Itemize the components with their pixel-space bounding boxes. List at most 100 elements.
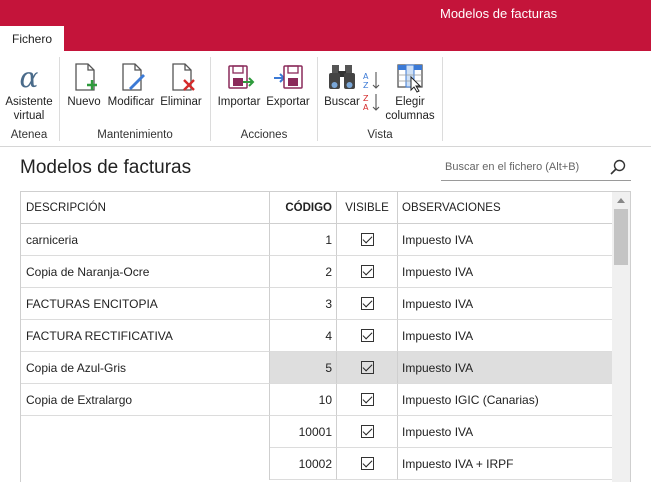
table-row[interactable]: FACTURA RECTIFICATIVA 4 Impuesto IVA bbox=[21, 320, 612, 352]
ribbon: α Asistente virtual Atenea Nuevo Modific… bbox=[0, 51, 651, 147]
visible-checkbox[interactable] bbox=[360, 297, 374, 311]
cell-visible bbox=[337, 224, 398, 256]
svg-text:Z: Z bbox=[363, 81, 369, 90]
tab-fichero[interactable]: Fichero bbox=[0, 26, 64, 51]
new-document-icon bbox=[75, 63, 97, 91]
cell-descripcion bbox=[21, 448, 270, 480]
delete-document-icon bbox=[172, 63, 195, 91]
buscar-label: Buscar bbox=[324, 96, 360, 108]
binoculars-icon bbox=[329, 65, 355, 89]
nuevo-button[interactable]: Nuevo bbox=[64, 61, 104, 109]
search-input[interactable]: Buscar en el fichero (Alt+B) bbox=[445, 161, 579, 173]
scroll-up-icon[interactable] bbox=[617, 198, 625, 203]
visible-checkbox[interactable] bbox=[360, 265, 374, 279]
column-header-descripcion[interactable]: DESCRIPCIÓN bbox=[21, 192, 270, 224]
columns-icon bbox=[397, 64, 423, 93]
group-separator bbox=[442, 57, 443, 141]
cell-observaciones: Impuesto IVA bbox=[398, 288, 612, 320]
cell-codigo: 1 bbox=[270, 224, 337, 256]
buscar-button[interactable]: Buscar bbox=[322, 61, 362, 109]
window-title: Modelos de facturas bbox=[440, 6, 558, 21]
cell-observaciones: Impuesto IVA bbox=[398, 224, 612, 256]
cell-descripcion: FACTURA RECTIFICATIVA bbox=[21, 320, 270, 352]
exportar-button[interactable]: Exportar bbox=[264, 61, 312, 109]
vertical-scrollbar[interactable] bbox=[612, 192, 630, 482]
cell-codigo: 3 bbox=[270, 288, 337, 320]
table-row[interactable]: 10001 Impuesto IVA bbox=[21, 416, 612, 448]
cell-codigo: 10002 bbox=[270, 448, 337, 480]
alpha-icon: α bbox=[20, 61, 39, 93]
visible-checkbox[interactable] bbox=[360, 361, 374, 375]
table-row[interactable]: FACTURAS ENCITOPIA 3 Impuesto IVA bbox=[21, 288, 612, 320]
import-icon bbox=[228, 65, 255, 89]
data-grid: DESCRIPCIÓN CÓDIGO VISIBLE OBSERVACIONES… bbox=[20, 191, 631, 482]
main-content: Modelos de facturas Buscar en el fichero… bbox=[0, 148, 651, 482]
cell-descripcion: FACTURAS ENCITOPIA bbox=[21, 288, 270, 320]
cell-descripcion: Copia de Extralargo bbox=[21, 384, 270, 416]
cell-visible bbox=[337, 352, 398, 384]
elegir-columnas-button[interactable]: Elegir columnas bbox=[385, 61, 435, 123]
cell-codigo: 5 bbox=[270, 352, 337, 384]
svg-text:Z: Z bbox=[363, 94, 369, 103]
group-label-atenea: Atenea bbox=[10, 129, 48, 141]
visible-checkbox[interactable] bbox=[360, 457, 374, 471]
cell-observaciones: Impuesto IGIC (Canarias) bbox=[398, 384, 612, 416]
table-row[interactable]: 10002 Impuesto IVA + IRPF bbox=[21, 448, 612, 480]
table-header: DESCRIPCIÓN CÓDIGO VISIBLE OBSERVACIONES bbox=[21, 192, 612, 224]
cell-descripcion: Copia de Naranja-Ocre bbox=[21, 256, 270, 288]
importar-button[interactable]: Importar bbox=[215, 61, 263, 109]
group-separator bbox=[317, 57, 318, 141]
visible-checkbox[interactable] bbox=[360, 393, 374, 407]
cell-codigo: 2 bbox=[270, 256, 337, 288]
cell-visible bbox=[337, 320, 398, 352]
eliminar-button[interactable]: Eliminar bbox=[158, 61, 204, 109]
asistente-virtual-button[interactable]: α Asistente virtual bbox=[3, 61, 55, 123]
cell-visible bbox=[337, 288, 398, 320]
elegir-columnas-label: Elegir columnas bbox=[385, 96, 435, 122]
importar-label: Importar bbox=[217, 96, 261, 108]
scroll-thumb[interactable] bbox=[614, 209, 628, 265]
svg-text:A: A bbox=[363, 72, 369, 81]
visible-checkbox[interactable] bbox=[360, 233, 374, 247]
cell-descripcion: Copia de Azul-Gris bbox=[21, 352, 270, 384]
edit-document-icon bbox=[122, 63, 145, 91]
cell-observaciones: Impuesto IVA bbox=[398, 320, 612, 352]
visible-checkbox[interactable] bbox=[360, 425, 374, 439]
eliminar-label: Eliminar bbox=[160, 96, 202, 108]
sort-button[interactable]: A Z Z A bbox=[362, 69, 382, 117]
asistente-virtual-label: Asistente virtual bbox=[5, 96, 53, 122]
cell-codigo: 10001 bbox=[270, 416, 337, 448]
exportar-label: Exportar bbox=[266, 96, 310, 108]
group-label-acciones: Acciones bbox=[240, 129, 288, 141]
column-header-observaciones[interactable]: OBSERVACIONES bbox=[398, 192, 612, 224]
cell-descripcion bbox=[21, 416, 270, 448]
table-row[interactable]: Copia de Extralargo 10 Impuesto IGIC (Ca… bbox=[21, 384, 612, 416]
table-row[interactable]: carniceria 1 Impuesto IVA bbox=[21, 224, 612, 256]
visible-checkbox[interactable] bbox=[360, 329, 374, 343]
cell-visible bbox=[337, 416, 398, 448]
group-separator bbox=[59, 57, 60, 141]
modificar-label: Modificar bbox=[107, 96, 155, 108]
cell-codigo: 10 bbox=[270, 384, 337, 416]
modificar-button[interactable]: Modificar bbox=[105, 61, 157, 109]
title-bar: Modelos de facturas bbox=[0, 0, 651, 26]
table-row[interactable]: Copia de Naranja-Ocre 2 Impuesto IVA bbox=[21, 256, 612, 288]
cell-visible bbox=[337, 256, 398, 288]
cell-descripcion: carniceria bbox=[21, 224, 270, 256]
table-row-selected[interactable]: Copia de Azul-Gris 5 Impuesto IVA bbox=[21, 352, 612, 384]
cell-observaciones: Impuesto IVA bbox=[398, 416, 612, 448]
column-header-codigo[interactable]: CÓDIGO bbox=[270, 192, 337, 224]
group-label-vista: Vista bbox=[367, 129, 393, 141]
cell-observaciones: Impuesto IVA bbox=[398, 352, 612, 384]
svg-text:A: A bbox=[363, 103, 369, 112]
group-separator bbox=[210, 57, 211, 141]
cell-visible bbox=[337, 384, 398, 416]
page-title: Modelos de facturas bbox=[20, 157, 192, 178]
group-label-mantenimiento: Mantenimiento bbox=[97, 129, 173, 141]
export-icon bbox=[274, 65, 303, 89]
nuevo-label: Nuevo bbox=[67, 96, 101, 108]
cell-codigo: 4 bbox=[270, 320, 337, 352]
column-header-visible[interactable]: VISIBLE bbox=[337, 192, 398, 224]
search-icon[interactable] bbox=[609, 158, 627, 176]
search-box[interactable]: Buscar en el fichero (Alt+B) bbox=[441, 155, 631, 181]
